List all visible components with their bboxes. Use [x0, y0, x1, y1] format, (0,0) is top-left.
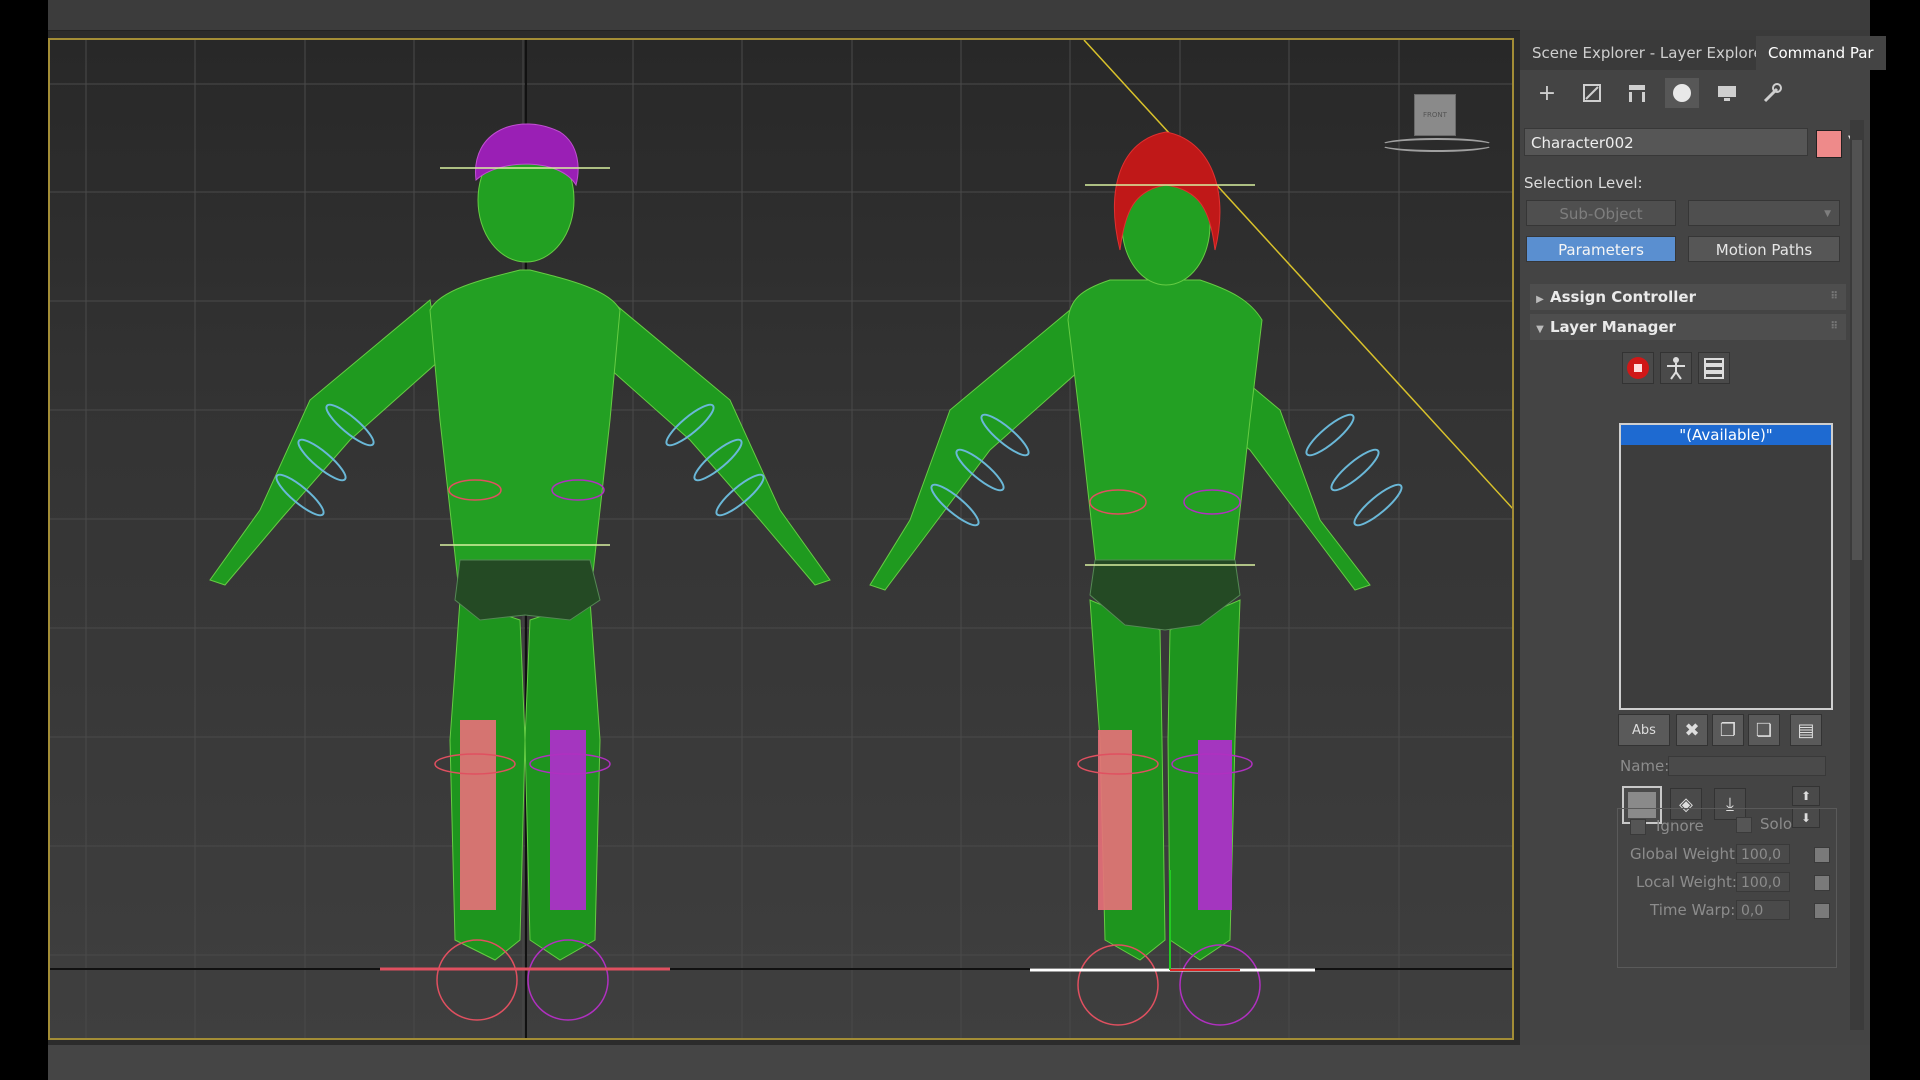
layers-icon	[1704, 358, 1724, 379]
app-window: FRONT Scene Explorer - Layer Explorer Co…	[48, 0, 1886, 1080]
rollout-title: Assign Controller	[1550, 288, 1696, 306]
top-toolbar-strip	[48, 0, 1870, 31]
global-weight-key-button[interactable]	[1814, 847, 1830, 863]
collapse-layer-icon[interactable]: ▤	[1790, 714, 1822, 746]
assign-controller-rollout[interactable]: ▶ Assign Controller ⠿	[1530, 284, 1846, 310]
viewcube[interactable]: FRONT	[1414, 94, 1456, 136]
time-warp-key-button[interactable]	[1814, 903, 1830, 919]
create-icon[interactable]: +	[1530, 78, 1564, 108]
grip-icon: ⠿	[1830, 291, 1838, 302]
viewcube-compass-ring[interactable]	[1380, 138, 1494, 152]
motion-paths-button[interactable]: Motion Paths	[1688, 236, 1840, 262]
name-label: Name:	[1620, 757, 1670, 775]
layer-list[interactable]: "(Available)"	[1619, 423, 1833, 710]
local-weight-value: 100,0	[1741, 875, 1782, 891]
paste-layer-icon[interactable]: ❏	[1748, 714, 1780, 746]
ignore-label: Ignore	[1656, 817, 1704, 835]
viewcube-label: FRONT	[1423, 111, 1447, 119]
command-panel: Scene Explorer - Layer Explorer Command …	[1520, 30, 1886, 1045]
chevron-down-icon: ▼	[1824, 209, 1831, 219]
solo-checkbox[interactable]	[1736, 817, 1752, 833]
local-weight-key-button[interactable]	[1814, 875, 1830, 891]
biped-layer-button[interactable]	[1660, 352, 1692, 384]
local-weight-label: Local Weight:	[1636, 873, 1737, 891]
delete-layer-icon[interactable]: ✖	[1676, 714, 1708, 746]
motion-icon[interactable]	[1665, 78, 1699, 108]
object-name-field[interactable]: Character002	[1524, 128, 1808, 156]
layer-name-field[interactable]	[1668, 756, 1826, 776]
hierarchy-icon[interactable]	[1620, 78, 1654, 108]
ignore-checkbox[interactable]	[1630, 819, 1646, 835]
solo-label: Solo	[1760, 815, 1793, 833]
front-viewport[interactable]: FRONT	[48, 38, 1514, 1040]
layer-list-item-available[interactable]: "(Available)"	[1621, 425, 1831, 445]
parameters-button[interactable]: Parameters	[1526, 236, 1676, 262]
grip-icon: ⠿	[1830, 321, 1838, 332]
global-weight-value: 100,0	[1741, 847, 1782, 863]
time-warp-spinner[interactable]: 0,0	[1736, 900, 1790, 920]
display-icon[interactable]	[1710, 78, 1744, 108]
rollout-title: Layer Manager	[1550, 318, 1676, 336]
layer-manager-rollout[interactable]: ▼ Layer Manager ⠿	[1530, 314, 1846, 340]
sub-object-button[interactable]: Sub-Object	[1526, 200, 1676, 226]
panel-tabs: Scene Explorer - Layer Explorer Command …	[1520, 30, 1886, 70]
abs-label: Abs	[1632, 722, 1656, 738]
object-color-swatch[interactable]	[1816, 130, 1842, 158]
record-icon	[1627, 357, 1649, 379]
record-layer-button[interactable]	[1622, 352, 1654, 384]
global-weight-label: Global Weight:	[1630, 845, 1740, 863]
utilities-icon[interactable]	[1755, 78, 1789, 108]
male-character	[209, 123, 831, 1021]
viewport-scene	[50, 40, 1512, 1038]
modify-icon[interactable]	[1575, 78, 1609, 108]
add-abs-layer-button[interactable]: Abs	[1618, 714, 1670, 746]
time-warp-label: Time Warp:	[1650, 901, 1736, 919]
female-character	[869, 131, 1403, 1026]
copy-layer-icon[interactable]: ❐	[1712, 714, 1744, 746]
collapsed-arrow-icon: ▶	[1536, 294, 1544, 305]
bottom-status-strip	[48, 1045, 1870, 1080]
time-warp-value: 0,0	[1741, 903, 1764, 919]
move-up-icon[interactable]: ⬆	[1792, 786, 1820, 806]
scrollbar-thumb[interactable]	[1852, 140, 1862, 560]
sub-object-dropdown[interactable]: ▼	[1688, 200, 1840, 226]
selection-level-label: Selection Level:	[1524, 174, 1643, 192]
layer-weight-group: Ignore Solo Global Weight: 100,0 Local W…	[1617, 808, 1837, 968]
expanded-arrow-icon: ▼	[1536, 324, 1544, 335]
local-weight-spinner[interactable]: 100,0	[1736, 872, 1790, 892]
panel-scrollbar[interactable]	[1850, 120, 1864, 1030]
tab-command-panel[interactable]: Command Par	[1756, 36, 1886, 70]
global-weight-spinner[interactable]: 100,0	[1736, 844, 1790, 864]
tab-scene-explorer[interactable]: Scene Explorer - Layer Explorer	[1520, 36, 1781, 70]
layer-stack-button[interactable]	[1698, 352, 1730, 384]
biped-icon	[1667, 357, 1685, 380]
